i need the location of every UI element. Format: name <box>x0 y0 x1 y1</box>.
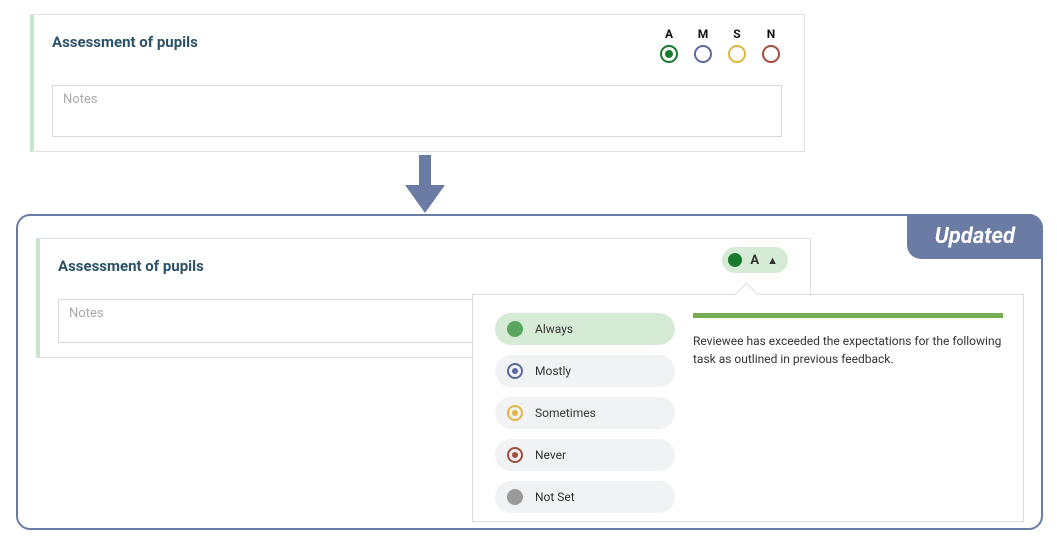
option-label: Never <box>535 448 566 462</box>
option-dot-icon <box>507 405 523 421</box>
assessment-card-old: Assessment of pupils AMSN Notes <box>30 14 805 152</box>
option-label: Not Set <box>535 490 575 504</box>
rating-dropdown-panel: Always Mostly Sometimes Never Not Set Review… <box>472 294 1024 522</box>
option-label: Sometimes <box>535 406 596 420</box>
rating-letter: A <box>665 27 673 41</box>
rating-option-not-set[interactable]: Not Set <box>495 481 675 513</box>
option-dot-icon <box>507 489 523 505</box>
description-accent-bar <box>693 313 1003 318</box>
option-dot-icon <box>507 363 523 379</box>
rating-dot-icon <box>728 253 742 267</box>
rating-letter: M <box>698 27 709 41</box>
rating-radio-n[interactable]: N <box>760 27 782 63</box>
rating-circle-icon <box>660 45 678 63</box>
chevron-up-icon: ▲ <box>767 254 778 267</box>
rating-option-always[interactable]: Always <box>495 313 675 345</box>
option-dot-icon <box>507 447 523 463</box>
notes-input[interactable]: Notes <box>52 85 782 137</box>
rating-radio-m[interactable]: M <box>692 27 714 63</box>
rating-letter: S <box>733 27 740 41</box>
description-text: Reviewee has exceeded the expectations f… <box>693 332 1003 368</box>
rating-circle-icon <box>762 45 780 63</box>
option-label: Always <box>535 322 573 336</box>
option-dot-icon <box>507 321 523 337</box>
rating-option-mostly[interactable]: Mostly <box>495 355 675 387</box>
rating-description: Reviewee has exceeded the expectations f… <box>693 313 1003 368</box>
card-title: Assessment of pupils <box>58 257 788 275</box>
rating-circle-icon <box>728 45 746 63</box>
rating-radios: AMSN <box>658 27 782 63</box>
rating-radio-a[interactable]: A <box>658 27 680 63</box>
rating-option-sometimes[interactable]: Sometimes <box>495 397 675 429</box>
arrow-down-icon <box>405 155 445 213</box>
rating-selector-chip[interactable]: A ▲ <box>722 247 788 273</box>
rating-letter: N <box>767 27 775 41</box>
rating-option-never[interactable]: Never <box>495 439 675 471</box>
option-label: Mostly <box>535 364 571 378</box>
rating-circle-icon <box>694 45 712 63</box>
updated-badge: Updated <box>907 214 1043 259</box>
rating-selected-label: A <box>750 253 759 268</box>
rating-options-list: Always Mostly Sometimes Never Not Set <box>495 313 675 513</box>
rating-radio-s[interactable]: S <box>726 27 748 63</box>
